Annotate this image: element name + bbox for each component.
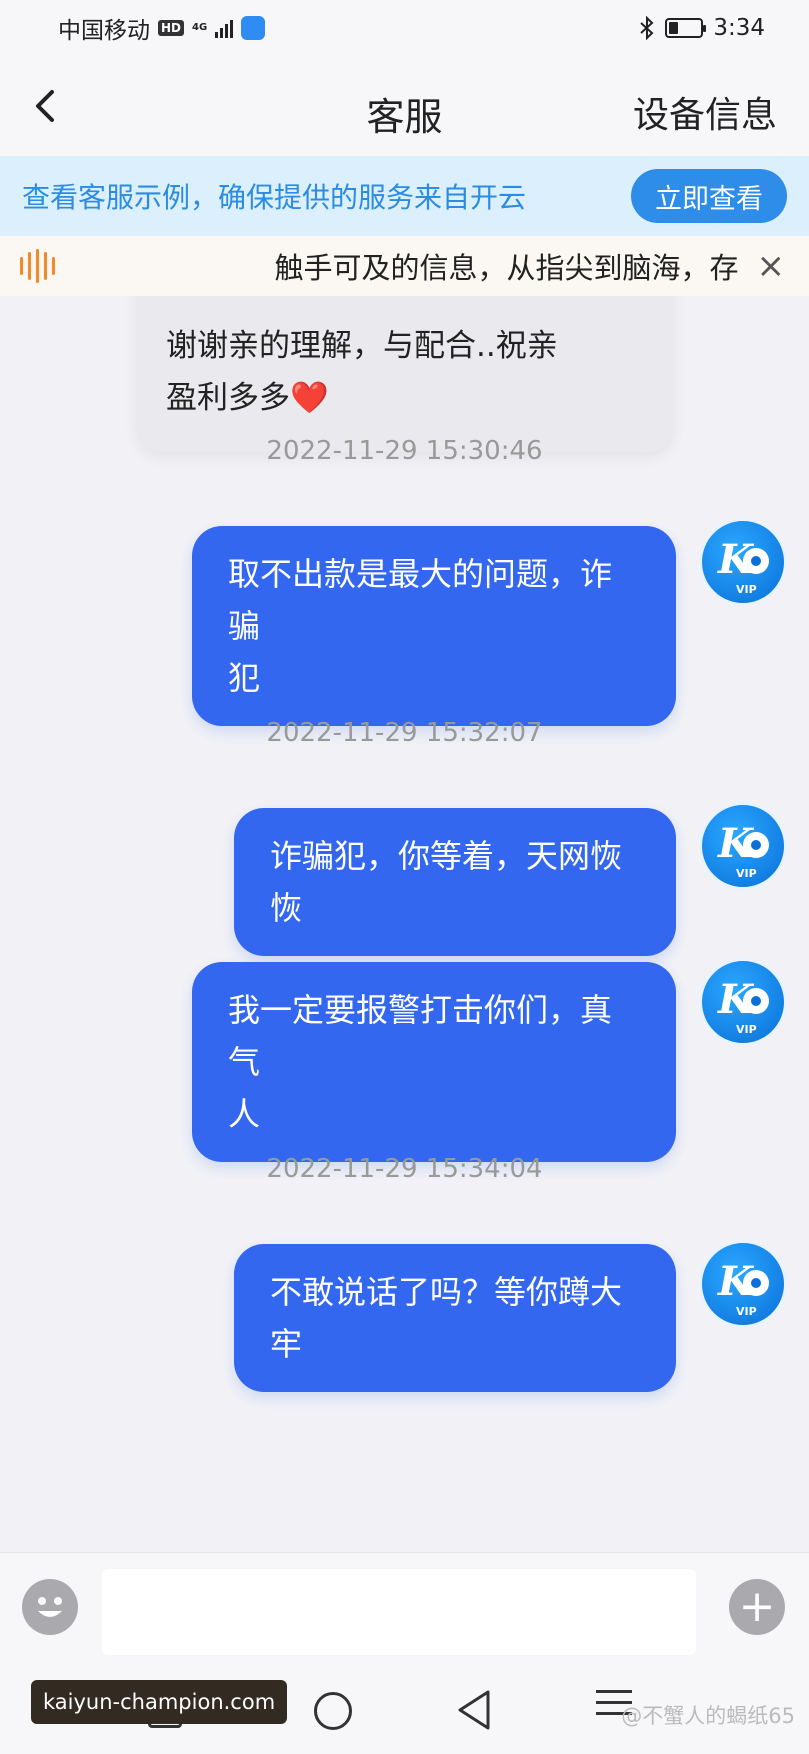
vip-logo-icon: K VIP [717,976,769,1036]
view-now-button[interactable]: 立即查看 [631,169,787,223]
svg-text:VIP: VIP [736,583,757,596]
message-line: 犯 [228,659,261,697]
status-right: 3:34 [639,15,765,41]
signal-icon [215,18,234,38]
svg-text:VIP: VIP [736,1023,757,1036]
emoji-icon[interactable] [22,1579,78,1635]
timestamp: 2022-11-29 15:34:04 [266,1154,543,1184]
battery-icon [665,18,707,38]
received-message: 谢谢亲的理解，与配合..祝亲 盈利多多❤️ [136,296,674,452]
app-notification-icon [241,16,266,40]
announcement-bar: 触手可及的信息，从指尖到脑海，存 × [0,236,809,296]
nav-back-icon[interactable] [456,1688,492,1732]
avatar[interactable]: K VIP [699,518,787,606]
received-line-1: 谢谢亲的理解，与配合..祝亲 [166,328,558,364]
avatar[interactable]: K VIP [699,1240,787,1328]
device-info-button[interactable]: 设备信息 [633,86,777,138]
sent-message[interactable]: 我一定要报警打击你们，真气 人 [192,962,676,1162]
message-line: 诈骗犯，你等着，天网恢恢 [270,837,623,927]
announcement-text: 触手可及的信息，从指尖到脑海，存 [274,251,739,285]
carrier-label: 中国移动 [58,18,150,44]
chat-area[interactable]: 谢谢亲的理解，与配合..祝亲 盈利多多❤️ 2022-11-29 15:30:4… [0,296,809,1552]
close-icon[interactable]: × [757,246,786,286]
site-watermark: kaiyun-champion.com [31,1680,288,1724]
message-line: 不敢说话了吗？等你蹲大牢 [270,1273,623,1363]
vip-logo-icon: K VIP [717,820,769,880]
info-banner: 查看客服示例，确保提供的服务来自开云 立即查看 [0,156,809,236]
speaker-icon [20,249,64,283]
status-bar: 中国移动 HD 4G 3:34 [0,0,809,56]
app-header: 客服 设备信息 [0,56,809,156]
avatar[interactable]: K VIP [699,958,787,1046]
message-line: 我一定要报警打击你们，真气 [228,991,613,1081]
banner-text: 查看客服示例，确保提供的服务来自开云 [22,181,527,214]
sent-message[interactable]: 诈骗犯，你等着，天网恢恢 [234,808,676,956]
sent-message[interactable]: 不敢说话了吗？等你蹲大牢 [234,1244,676,1392]
message-line: 人 [228,1095,261,1133]
vip-logo-icon: K VIP [717,1258,769,1318]
home-button[interactable] [314,1692,352,1730]
status-left: 中国移动 HD 4G [58,11,639,45]
input-bar: + [0,1552,809,1670]
sent-message[interactable]: 取不出款是最大的问题，诈骗 犯 [192,526,676,726]
hd-badge: HD [158,20,185,36]
svg-text:VIP: VIP [736,1305,757,1318]
received-line-2: 盈利多多❤️ [166,380,329,416]
vip-logo-icon: K VIP [717,536,769,596]
bluetooth-icon [640,16,654,40]
clock: 3:34 [713,15,765,41]
message-line: 取不出款是最大的问题，诈骗 [228,555,613,645]
timestamp: 2022-11-29 15:30:46 [266,436,543,466]
timestamp: 2022-11-29 15:32:07 [266,718,543,748]
avatar[interactable]: K VIP [699,802,787,890]
heart-emoji: ❤️ [290,380,329,416]
network-label: 4G [192,22,208,33]
message-input[interactable] [102,1569,696,1655]
author-watermark: @不蟹人的蝎纸65 [621,1704,795,1728]
plus-icon[interactable]: + [729,1579,785,1635]
svg-text:VIP: VIP [736,867,757,880]
